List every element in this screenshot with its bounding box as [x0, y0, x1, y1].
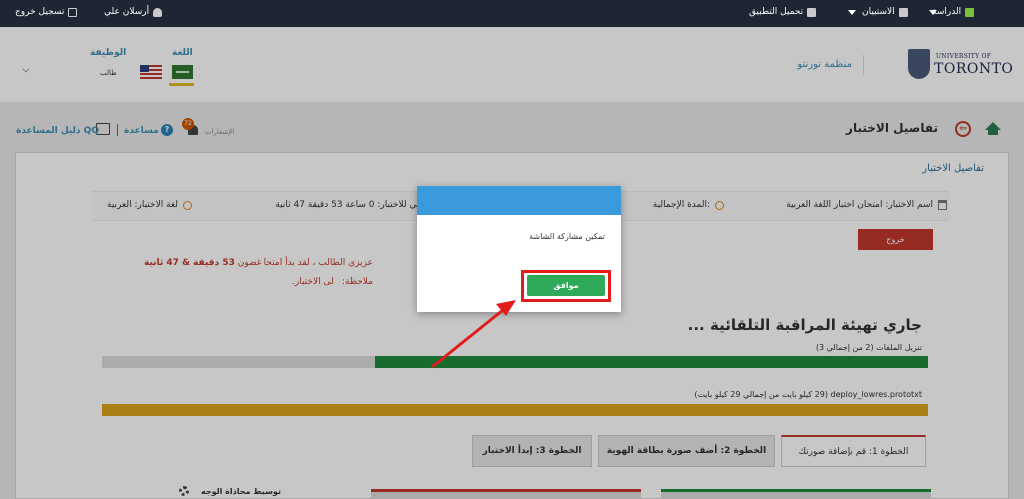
- dialog-message: تمكين مشاركة الشاشة: [529, 232, 605, 241]
- chevron-down-icon: [929, 10, 937, 15]
- logout-link[interactable]: تسجيل خروج: [15, 7, 78, 17]
- user-icon: [153, 7, 163, 17]
- logout-label: تسجيل خروج: [15, 7, 65, 17]
- document-icon: [898, 7, 908, 17]
- download-app-label: تحميل التطبيق: [749, 7, 804, 17]
- download-app-link[interactable]: تحميل التطبيق: [749, 7, 817, 17]
- surveys-menu[interactable]: الاستبيان: [862, 7, 908, 17]
- download-icon: [807, 7, 817, 17]
- study-menu[interactable]: الدراسة: [932, 7, 975, 17]
- logout-icon: [68, 7, 78, 17]
- study-dropdown-caret[interactable]: [929, 10, 937, 15]
- dialog-header: [417, 186, 621, 215]
- user-menu[interactable]: أرسلان علي: [104, 7, 163, 17]
- study-icon: [965, 7, 975, 17]
- ok-button[interactable]: موافق: [527, 275, 605, 296]
- user-name: أرسلان علي: [104, 7, 150, 17]
- surveys-menu-label: الاستبيان: [862, 7, 895, 17]
- surveys-dropdown-caret[interactable]: [848, 10, 856, 15]
- screen-share-dialog: تمكين مشاركة الشاشة موافق: [417, 186, 621, 312]
- chevron-down-icon: [848, 10, 856, 15]
- top-navigation-bar: الدراسة الاستبيان تحميل التطبيق أرسلان ع…: [0, 0, 1024, 27]
